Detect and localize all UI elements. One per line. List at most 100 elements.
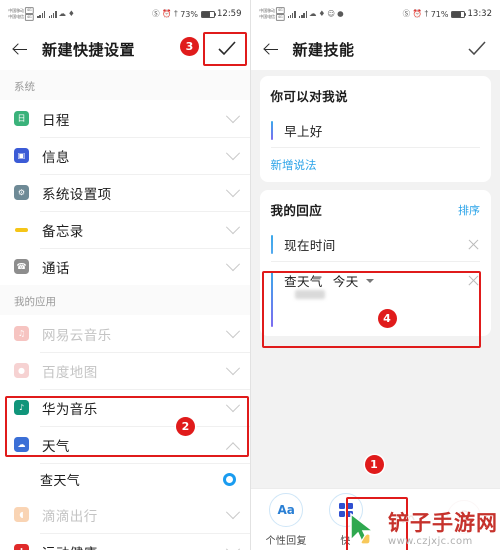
person-icon: ☺ [327,10,335,18]
sub-list-item[interactable]: 查天气 [0,463,250,496]
list-item-label: 网易云音乐 [42,324,112,344]
list-item[interactable]: ● 百度地图 [0,352,250,389]
mute-icon: Ⓢ [152,10,160,18]
close-x-icon-weather[interactable] [467,274,480,287]
battery-percent-label: 73% [180,10,198,19]
chevron-down-icon[interactable] [225,109,239,123]
sort-action-link[interactable]: 排序 [458,202,480,218]
right-status-left: 中国移动 4G 中国电信 4G ☁ ♦ ☺ ● [259,7,344,21]
confirm-checkmark-button-right[interactable] [464,38,490,60]
list-item[interactable]: 备忘录 [0,211,250,248]
list-item[interactable]: ☁天气 [0,426,250,463]
caret-down-icon[interactable] [366,279,374,283]
chevron-down-icon[interactable] [225,542,239,550]
sim2-network-badge-right: 4G [275,14,283,21]
close-x-icon[interactable] [467,238,480,251]
list-item-label: 华为音乐 [42,398,98,418]
left-app-bar: 新建快捷设置 [0,28,250,70]
chevron-down-icon[interactable] [225,183,239,197]
carrier-1-label-right: 中国移动 [259,8,275,14]
health-icon: ✚ [14,544,29,550]
alarm-icon: ⏰ [162,10,171,18]
right-status-right: Ⓢ ⏰ † 71% 13:32 [403,9,492,19]
say-card-title: 你可以对我说 [271,86,348,105]
baidu-map-icon: ● [14,363,29,378]
carrier-labels: 中国移动 4G 中国电信 4G [8,7,33,20]
list-item[interactable]: ☎ 通话 [0,248,250,285]
response-entry-time-text: 现在时间 [284,235,336,254]
notepad-icon [14,222,29,237]
aa-text-icon: Aa [269,493,303,527]
response-entry-time[interactable]: 现在时间 [271,228,481,262]
response-entry-weather[interactable]: 查天气 今天 [271,271,481,327]
left-phone-screen: 中国移动 4G 中国电信 4G ☁ ♦ Ⓢ ⏰ † 73% [0,0,251,550]
carrier-row-2-right: 中国电信 4G [259,14,284,21]
alarm-icon-right: ⏰ [413,10,422,18]
list-item[interactable]: 日日程 [0,100,250,137]
chevron-down-icon[interactable] [225,324,239,338]
list-item[interactable]: ⚙系统设置项 [0,174,250,211]
list-item-label: 备忘录 [42,220,84,240]
sub-list-item-label: 查天气 [40,470,80,489]
weather-entry-top: 查天气 今天 [284,271,480,290]
tab-aa-text[interactable]: Aa个性回复 [257,493,316,547]
chevron-down-icon[interactable] [225,220,239,234]
back-arrow-icon[interactable] [10,39,30,59]
right-status-bar: 中国移动 4G 中国电信 4G ☁ ♦ ☺ ● Ⓢ ⏰ † [251,0,500,28]
response-card-title: 我的回应 [271,200,323,219]
chevron-down-icon[interactable] [225,146,239,160]
chevron-down-icon[interactable] [225,257,239,271]
green-cursor-icon [344,510,384,550]
mute-icon-right: Ⓢ [403,10,411,18]
phone-call-icon: ☎ [14,259,29,274]
weather-entry-day[interactable]: 今天 [333,271,359,290]
page-title: 新建快捷设置 [42,39,135,60]
list-item[interactable]: ◖ 滴滴出行 [0,496,250,533]
list-item-label: 信息 [42,146,70,166]
bluetooth-icon-right: † [424,10,428,18]
didi-icon: ◖ [14,507,29,522]
say-card-header: 你可以对我说 [271,86,481,105]
list-item-label: 天气 [42,435,70,455]
battery-icon [201,11,215,18]
checkmark-icon [217,40,237,58]
left-status-left: 中国移动 4G 中国电信 4G ☁ ♦ [8,7,75,21]
say-entry-row[interactable]: 早上好 [271,114,481,148]
left-status-right: Ⓢ ⏰ † 73% 12:59 [152,9,241,19]
list-item[interactable]: ♪ 华为音乐 [0,389,250,426]
battery-percent-label-right: 71% [431,10,449,19]
add-phrase-link[interactable]: 新增说法 [271,157,317,173]
shortcut-settings-list[interactable]: 系统日日程▣信息⚙系统设置项备忘录☎通话我的应用♫网易云音乐●百度地图♪华为音乐… [0,70,250,550]
messages-icon: ▣ [14,148,29,163]
section-label-my-apps: 我的应用 [0,285,250,315]
back-arrow-icon-right[interactable] [261,39,281,59]
right-app-bar: 新建技能 [251,28,500,70]
chevron-down-icon[interactable] [225,398,239,412]
chevron-down-icon[interactable] [225,505,239,519]
vpn-icon-right: ♦ [319,10,326,18]
radio-selected-icon[interactable] [223,473,236,486]
weather-entry-title: 查天气 [284,271,323,290]
entry-accent-bar [271,121,274,140]
list-item-label: 百度地图 [42,361,98,381]
carrier-row-2: 中国电信 4G [8,14,33,21]
chevron-up-icon[interactable] [225,442,239,456]
status-clock-right: 13:32 [468,9,493,19]
settings-gear-icon: ⚙ [14,185,29,200]
site-watermark: 铲子手游网 www.czjxjc.com [344,510,498,550]
list-item[interactable]: ♫网易云音乐 [0,315,250,352]
annotation-badge-4: 4 [378,309,397,328]
list-item[interactable]: ✚ 运动健康 [0,533,250,550]
list-item-label: 滴滴出行 [42,505,98,525]
annotation-badge-2: 2 [176,417,195,436]
battery-icon-right [451,11,465,18]
chevron-down-icon[interactable] [225,361,239,375]
carrier-1-label: 中国移动 [8,8,24,14]
page-title-right: 新建技能 [293,39,355,60]
list-item[interactable]: ▣ 信息 [0,137,250,174]
list-item-label: 日程 [42,109,70,129]
huawei-music-icon: ♪ [14,400,29,415]
list-item-label: 通话 [42,257,70,277]
confirm-checkmark-button[interactable] [214,38,240,60]
list-item-label: 运动健康 [42,542,98,551]
